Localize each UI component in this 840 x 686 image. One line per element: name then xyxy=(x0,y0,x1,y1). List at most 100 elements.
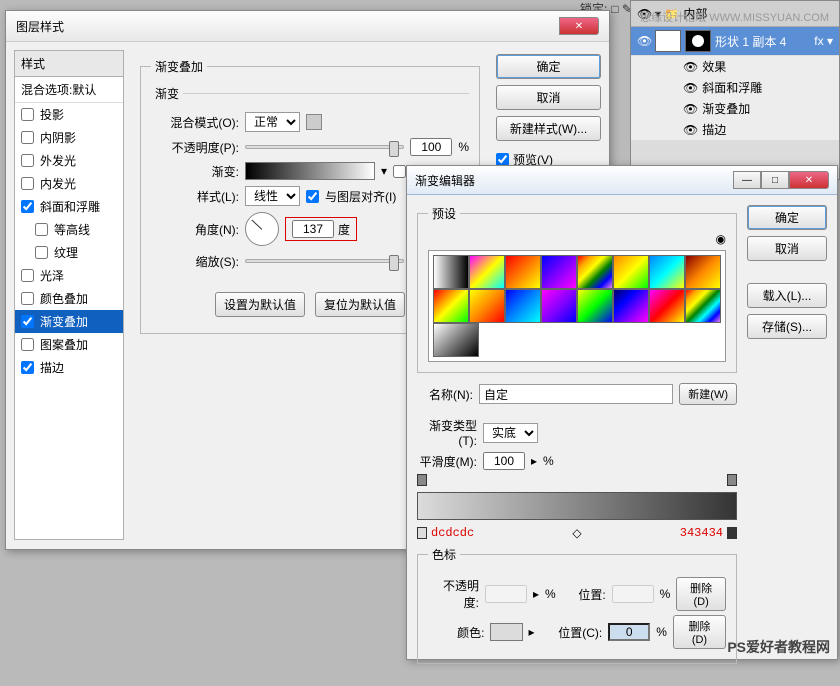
delete-stop-button[interactable]: 删除(D) xyxy=(673,615,726,649)
reverse-checkbox[interactable] xyxy=(393,165,406,178)
gradient-preset[interactable] xyxy=(685,255,721,289)
effect-item[interactable]: 👁渐变叠加 xyxy=(631,98,839,119)
gradient-preset[interactable] xyxy=(685,289,721,323)
align-checkbox[interactable] xyxy=(306,190,319,203)
style-label: 外发光 xyxy=(40,152,76,169)
style-checkbox[interactable] xyxy=(35,223,48,236)
dialog-titlebar[interactable]: 渐变编辑器 — □ ✕ xyxy=(407,166,837,195)
ok-button[interactable]: 确定 xyxy=(747,205,827,230)
style-checkbox[interactable] xyxy=(21,131,34,144)
gradient-strip[interactable] xyxy=(417,492,737,520)
style-list-item[interactable]: 等高线 xyxy=(15,218,123,241)
color-stop-right[interactable] xyxy=(727,527,737,539)
stop-color-swatch[interactable] xyxy=(490,623,522,641)
make-default-button[interactable]: 设置为默认值 xyxy=(215,292,305,317)
gradient-name-input[interactable] xyxy=(479,384,673,404)
right-color-code: 343434 xyxy=(680,526,723,540)
blending-options[interactable]: 混合选项:默认 xyxy=(15,77,123,103)
dialog-titlebar[interactable]: 图层样式 ✕ xyxy=(6,11,609,42)
angle-dial[interactable] xyxy=(245,212,279,246)
style-list-item[interactable]: 外发光 xyxy=(15,149,123,172)
style-list-item[interactable]: 内发光 xyxy=(15,172,123,195)
stepper-icon[interactable]: ▸ xyxy=(531,454,537,468)
gradient-dropdown-icon[interactable]: ▾ xyxy=(381,164,387,178)
reset-default-button[interactable]: 复位为默认值 xyxy=(315,292,405,317)
styles-heading[interactable]: 样式 xyxy=(15,51,123,77)
gradient-preset[interactable] xyxy=(649,255,685,289)
gradient-preset[interactable] xyxy=(541,255,577,289)
new-style-button[interactable]: 新建样式(W)... xyxy=(496,116,601,141)
close-icon[interactable]: ✕ xyxy=(559,17,599,35)
angle-input[interactable] xyxy=(292,220,334,238)
color-stop-left[interactable] xyxy=(417,527,427,539)
save-button[interactable]: 存储(S)... xyxy=(747,314,827,339)
style-list-item[interactable]: 投影 xyxy=(15,103,123,126)
new-gradient-button[interactable]: 新建(W) xyxy=(679,383,737,405)
style-checkbox[interactable] xyxy=(21,108,34,121)
layer-row-active[interactable]: 👁 形状 1 副本 4 fx ▾ xyxy=(631,27,839,56)
type-label: 渐变类型(T): xyxy=(417,417,477,448)
opacity-stop-right[interactable] xyxy=(727,474,737,486)
gradient-preset[interactable] xyxy=(469,289,505,323)
style-checkbox[interactable] xyxy=(21,154,34,167)
style-checkbox[interactable] xyxy=(21,269,34,282)
style-label: 样式(L): xyxy=(151,188,239,205)
scale-slider[interactable] xyxy=(245,259,404,263)
load-button[interactable]: 载入(L)... xyxy=(747,283,827,308)
style-list-item[interactable]: 纹理 xyxy=(15,241,123,264)
opacity-slider[interactable] xyxy=(245,145,404,149)
close-icon[interactable]: ✕ xyxy=(789,171,829,189)
style-checkbox[interactable] xyxy=(21,338,34,351)
effects-header[interactable]: 👁效果 xyxy=(631,56,839,77)
style-list-item[interactable]: 描边 xyxy=(15,356,123,379)
gradient-preset[interactable] xyxy=(613,255,649,289)
style-checkbox[interactable] xyxy=(21,361,34,374)
dither-checkbox[interactable] xyxy=(306,114,322,130)
style-checkbox[interactable] xyxy=(35,246,48,259)
opacity-label: 不透明度(P): xyxy=(151,139,239,156)
style-list-item[interactable]: 颜色叠加 xyxy=(15,287,123,310)
effect-item[interactable]: 👁描边 xyxy=(631,119,839,140)
blend-mode-select[interactable]: 正常 xyxy=(245,112,300,132)
visibility-icon[interactable]: 👁 xyxy=(637,34,651,48)
cancel-button[interactable]: 取消 xyxy=(496,85,601,110)
maximize-icon[interactable]: □ xyxy=(761,171,789,189)
style-label: 等高线 xyxy=(54,221,90,238)
minimize-icon[interactable]: — xyxy=(733,171,761,189)
opacity-input[interactable] xyxy=(410,138,452,156)
gradient-preset[interactable] xyxy=(505,255,541,289)
gradient-preset[interactable] xyxy=(649,289,685,323)
gradient-style-select[interactable]: 线性 xyxy=(245,186,300,206)
delete-stop-button[interactable]: 删除(D) xyxy=(676,577,726,611)
style-checkbox[interactable] xyxy=(21,315,34,328)
gradient-preset[interactable] xyxy=(433,255,469,289)
style-list-item[interactable]: 内阴影 xyxy=(15,126,123,149)
gradient-preset[interactable] xyxy=(541,289,577,323)
style-list-item[interactable]: 图案叠加 xyxy=(15,333,123,356)
style-label: 颜色叠加 xyxy=(40,290,88,307)
gradient-picker[interactable] xyxy=(245,162,375,180)
gradient-preset[interactable] xyxy=(469,255,505,289)
effect-item[interactable]: 👁斜面和浮雕 xyxy=(631,77,839,98)
opacity-stop-left[interactable] xyxy=(417,474,427,486)
gradient-preset[interactable] xyxy=(505,289,541,323)
style-list-item[interactable]: 渐变叠加 xyxy=(15,310,123,333)
style-list-item[interactable]: 光泽 xyxy=(15,264,123,287)
style-checkbox[interactable] xyxy=(21,292,34,305)
gradient-preset[interactable] xyxy=(613,289,649,323)
smoothness-input[interactable] xyxy=(483,452,525,470)
presets-menu-icon[interactable]: ◉ xyxy=(716,232,726,246)
style-list-item[interactable]: 斜面和浮雕 xyxy=(15,195,123,218)
gradient-type-select[interactable]: 实底 xyxy=(483,423,538,443)
style-checkbox[interactable] xyxy=(21,177,34,190)
gradient-preset[interactable] xyxy=(433,323,479,357)
stop-position-c-input[interactable] xyxy=(608,623,650,641)
gradient-preset[interactable] xyxy=(577,289,613,323)
style-checkbox[interactable] xyxy=(21,200,34,213)
ok-button[interactable]: 确定 xyxy=(496,54,601,79)
gradient-preset[interactable] xyxy=(577,255,613,289)
smoothness-label: 平滑度(M): xyxy=(417,453,477,470)
dialog-title: 渐变编辑器 xyxy=(415,172,475,189)
gradient-preset[interactable] xyxy=(433,289,469,323)
cancel-button[interactable]: 取消 xyxy=(747,236,827,261)
